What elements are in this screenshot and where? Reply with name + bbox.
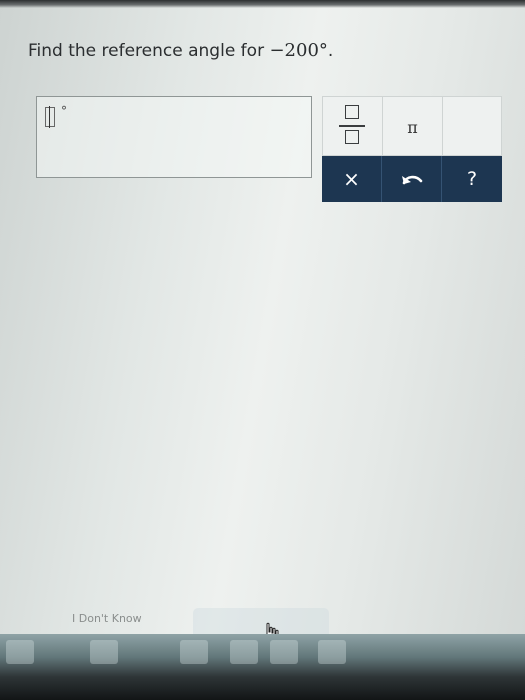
help-icon: ? (466, 168, 478, 190)
fraction-numerator-box-icon (345, 105, 359, 119)
pi-key[interactable]: π (383, 97, 443, 157)
close-icon: × (343, 167, 360, 191)
dont-know-link[interactable]: I Don't Know (72, 612, 142, 625)
answer-input-box[interactable]: ° (36, 96, 312, 178)
undo-button[interactable] (382, 156, 442, 202)
keypad-bottom-row: × ? (322, 156, 502, 202)
os-taskbar (0, 634, 525, 700)
keypad-empty-cell (443, 97, 503, 157)
clear-button[interactable]: × (322, 156, 382, 202)
taskbar-item[interactable] (318, 640, 346, 664)
taskbar-item[interactable] (230, 640, 258, 664)
taskbar-item[interactable] (180, 640, 208, 664)
pi-label: π (407, 117, 418, 137)
fraction-bar-icon (339, 125, 365, 127)
question-prompt: Find the reference angle for (28, 41, 270, 61)
screen-top-edge (0, 0, 525, 8)
question-angle-value: −200° (269, 40, 328, 61)
math-keypad: π × ? (322, 96, 502, 202)
fraction-key[interactable] (323, 97, 383, 157)
question-text: Find the reference angle for −200°. (28, 40, 333, 61)
taskbar-item[interactable] (6, 640, 34, 664)
question-end: . (327, 41, 334, 61)
taskbar-item[interactable] (270, 640, 298, 664)
fraction-denominator-box-icon (345, 130, 359, 144)
help-button[interactable]: ? (442, 156, 502, 202)
answer-entry-field[interactable] (45, 106, 55, 128)
keypad-top-row: π (322, 96, 503, 157)
taskbar-item[interactable] (90, 640, 118, 664)
degree-symbol: ° (61, 104, 67, 118)
undo-icon (401, 175, 422, 185)
